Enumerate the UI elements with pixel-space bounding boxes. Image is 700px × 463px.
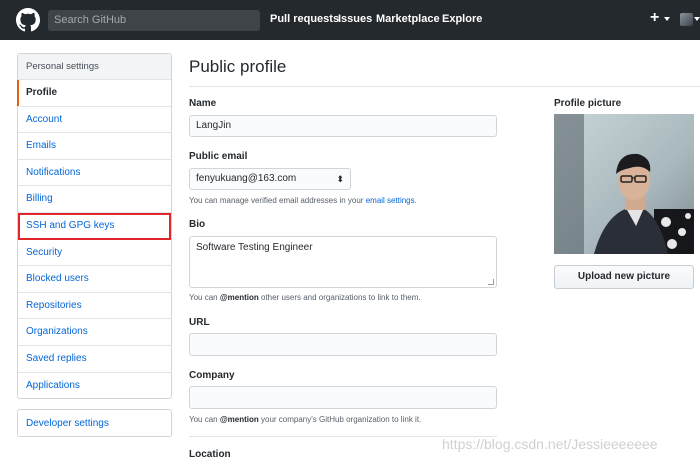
company-note-end: your company's GitHub organization to li… bbox=[258, 415, 422, 424]
profile-photo-illustration bbox=[554, 114, 694, 254]
company-note-mention: @mention bbox=[219, 415, 259, 424]
public-email-select[interactable]: fenyukuang@163.com ⬍ bbox=[189, 168, 351, 190]
sidebar-heading: Personal settings bbox=[18, 54, 171, 80]
sidebar-item-saved-replies[interactable]: Saved replies bbox=[18, 346, 171, 373]
sidebar-item-developer-settings[interactable]: Developer settings bbox=[17, 409, 172, 437]
github-logo-icon[interactable] bbox=[16, 8, 40, 32]
search-input[interactable]: Search GitHub bbox=[48, 10, 260, 31]
public-email-value: fenyukuang@163.com bbox=[196, 173, 297, 184]
nav-pull-requests[interactable]: Pull requests bbox=[270, 13, 339, 25]
profile-picture-image bbox=[554, 114, 694, 254]
sidebar-item-profile[interactable]: Profile bbox=[17, 80, 171, 107]
sidebar-item-security[interactable]: Security bbox=[18, 240, 171, 267]
email-note: You can manage verified email addresses … bbox=[189, 196, 417, 205]
sidebar-item-account[interactable]: Account bbox=[18, 107, 171, 134]
company-label: Company bbox=[189, 370, 235, 381]
sidebar-item-emails[interactable]: Emails bbox=[18, 133, 171, 160]
email-note-text: You can manage verified email addresses … bbox=[189, 196, 366, 205]
watermark-text: https://blog.csdn.net/Jessieeeeeee bbox=[442, 436, 658, 452]
select-arrows-icon: ⬍ bbox=[336, 174, 344, 184]
upload-new-picture-button[interactable]: Upload new picture bbox=[554, 265, 694, 289]
chevron-down-icon[interactable] bbox=[664, 17, 670, 21]
top-navbar: Search GitHub Pull requests Issues Marke… bbox=[0, 0, 700, 40]
url-input[interactable] bbox=[189, 333, 497, 356]
nav-issues[interactable]: Issues bbox=[338, 13, 372, 25]
name-label: Name bbox=[189, 98, 217, 109]
nav-marketplace[interactable]: Marketplace bbox=[376, 13, 440, 25]
create-new-plus-icon[interactable]: + bbox=[650, 9, 659, 27]
location-label: Location bbox=[189, 449, 231, 460]
bio-textarea[interactable]: Software Testing Engineer bbox=[189, 236, 497, 288]
company-input[interactable] bbox=[189, 386, 497, 409]
sidebar-item-ssh-gpg-keys[interactable]: SSH and GPG keys bbox=[18, 212, 171, 240]
sidebar-item-notifications[interactable]: Notifications bbox=[18, 160, 171, 187]
bio-label: Bio bbox=[189, 219, 206, 230]
email-settings-link[interactable]: email settings bbox=[366, 196, 415, 205]
avatar-chevron-down-icon[interactable] bbox=[694, 17, 700, 21]
bio-note-end: other users and organizations to link to… bbox=[258, 293, 421, 302]
email-note-end: . bbox=[414, 196, 417, 205]
user-avatar[interactable] bbox=[680, 13, 693, 26]
resize-handle-icon[interactable] bbox=[488, 279, 494, 285]
url-label: URL bbox=[189, 317, 210, 328]
sidebar-item-billing[interactable]: Billing bbox=[18, 186, 171, 213]
page-title: Public profile bbox=[189, 57, 287, 76]
sidebar-item-organizations[interactable]: Organizations bbox=[18, 319, 171, 346]
profile-picture-label: Profile picture bbox=[554, 98, 622, 109]
settings-sidebar: Personal settings Profile Account Emails… bbox=[17, 53, 172, 399]
sidebar-item-blocked-users[interactable]: Blocked users bbox=[18, 266, 171, 293]
bio-note-text: You can bbox=[189, 293, 220, 302]
title-divider bbox=[189, 86, 700, 87]
bio-note-mention: @mention bbox=[219, 293, 259, 302]
sidebar-item-applications[interactable]: Applications bbox=[18, 373, 171, 400]
nav-explore[interactable]: Explore bbox=[442, 13, 482, 25]
bio-value: Software Testing Engineer bbox=[196, 242, 313, 253]
company-note: You can @mention your company's GitHub o… bbox=[189, 415, 421, 424]
public-email-label: Public email bbox=[189, 151, 248, 162]
bio-note: You can @mention other users and organiz… bbox=[189, 293, 421, 302]
name-input[interactable]: LangJin bbox=[189, 115, 497, 137]
sidebar-item-repositories[interactable]: Repositories bbox=[18, 293, 171, 320]
company-note-text: You can bbox=[189, 415, 220, 424]
